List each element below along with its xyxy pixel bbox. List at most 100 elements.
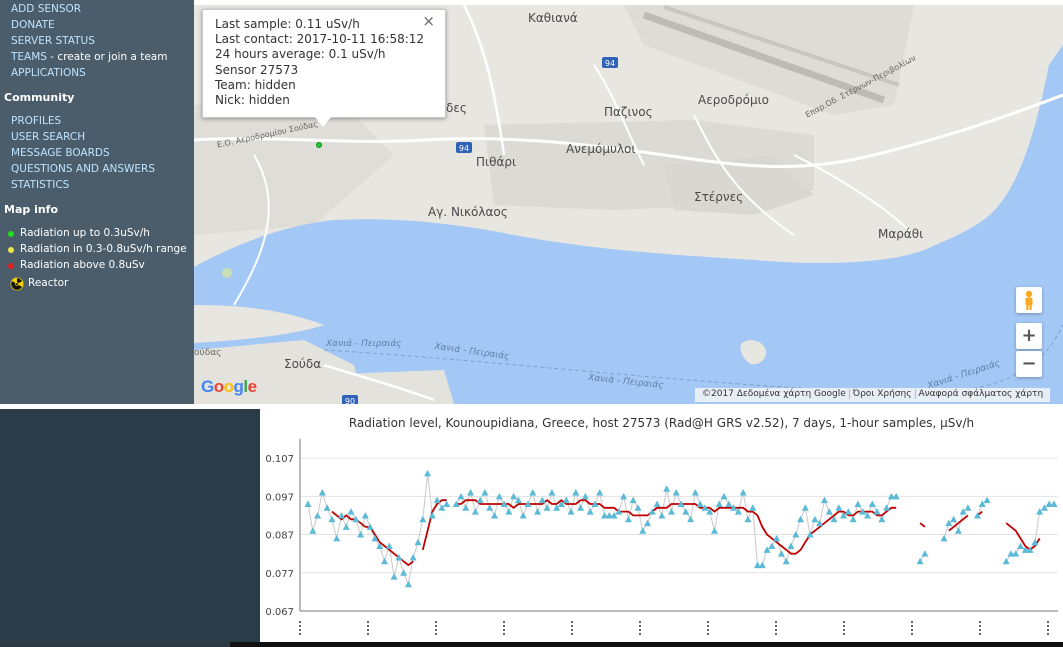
- place-ag-nikolaos: Αγ. Νικόλαος: [428, 205, 508, 219]
- map-info-heading: Map info: [4, 203, 59, 216]
- teams-link[interactable]: TEAMS: [11, 51, 47, 63]
- applications-link[interactable]: APPLICATIONS: [11, 67, 86, 79]
- sample-point: [318, 489, 326, 496]
- radiation-chart-panel: Radiation level, Kounoupidiana, Greece, …: [260, 409, 1063, 642]
- zoom-in-button[interactable]: +: [1016, 323, 1042, 349]
- sample-point: [777, 550, 785, 557]
- place-pithari: Πιθάρι: [476, 155, 517, 169]
- sample-point: [820, 496, 828, 504]
- sample-point: [486, 504, 494, 511]
- popup-sensor-id: Sensor 27573: [215, 62, 299, 77]
- y-tick-label: 0.107: [265, 454, 294, 465]
- sample-point: [849, 515, 857, 523]
- sample-point: [634, 504, 642, 511]
- sidebar: ADD SENSOR DONATE SERVER STATUS TEAMS - …: [0, 0, 194, 407]
- sensor-marker[interactable]: [316, 142, 322, 148]
- sample-point: [476, 496, 484, 504]
- questions-answers-link[interactable]: QUESTIONS AND ANSWERS: [11, 163, 155, 175]
- sample-point: [414, 538, 422, 546]
- sample-point: [385, 542, 393, 550]
- moving-average-line: [456, 499, 897, 555]
- report-error-link[interactable]: Αναφορά σφάλματος χάρτη: [914, 389, 1047, 399]
- sample-point: [667, 508, 675, 515]
- sample-point: [562, 496, 570, 504]
- sample-point: [653, 500, 661, 507]
- legend-low: Radiation up to 0.3uSv/h: [8, 227, 150, 239]
- place-pazinos: Παζινος: [604, 105, 653, 119]
- sample-point: [462, 504, 470, 511]
- sample-point: [644, 519, 652, 527]
- profiles-link[interactable]: PROFILES: [11, 115, 61, 127]
- sample-point: [309, 527, 317, 534]
- bottom-left-panel: [0, 409, 260, 647]
- sample-point: [954, 527, 962, 534]
- sample-point: [529, 489, 537, 496]
- sample-point: [424, 469, 432, 477]
- y-tick-label: 0.077: [265, 569, 294, 580]
- sample-point: [940, 534, 948, 542]
- popup-nick: Nick: hidden: [215, 93, 290, 108]
- sample-point: [725, 500, 733, 507]
- sample-point: [773, 534, 781, 542]
- sample-point: [835, 504, 843, 511]
- pegman-icon: [1025, 290, 1033, 310]
- moving-average-line: [1005, 522, 1041, 551]
- sample-point: [658, 511, 666, 519]
- sample-point: [419, 515, 427, 523]
- sample-point: [801, 504, 809, 511]
- sample-point: [878, 515, 886, 523]
- sample-point: [567, 508, 575, 515]
- sample-point: [744, 515, 752, 523]
- donate-link[interactable]: DONATE: [11, 19, 55, 31]
- sample-point: [749, 504, 757, 511]
- sample-point: [768, 542, 776, 550]
- sample-point: [691, 489, 699, 496]
- sample-point: [519, 511, 527, 519]
- popup-last-sample: Last sample: 0.11 uSv/h: [215, 17, 360, 31]
- sample-point: [342, 523, 350, 530]
- add-sensor-link[interactable]: ADD SENSOR: [11, 3, 81, 15]
- svg-text:94: 94: [605, 59, 615, 68]
- sample-point: [868, 500, 876, 507]
- sample-point: [854, 500, 862, 507]
- sample-point: [921, 550, 929, 557]
- sample-point: [390, 573, 398, 580]
- sample-point: [687, 515, 695, 523]
- message-boards-link[interactable]: MESSAGE BOARDS: [11, 147, 110, 159]
- sample-point: [883, 504, 891, 511]
- sample-point: [639, 527, 647, 534]
- moving-average-line: [331, 510, 414, 567]
- sample-point: [715, 500, 723, 507]
- sample-point: [471, 508, 479, 515]
- sample-point: [844, 508, 852, 515]
- ferry-label-1: Χανιά - Πειραιάς: [326, 339, 402, 349]
- yellow-dot-icon: [8, 247, 14, 253]
- sample-point: [381, 557, 389, 565]
- radiation-chart: 0.107 0.097 0.087 0.077 0.067: [265, 439, 1058, 635]
- server-status-link[interactable]: SERVER STATUS: [11, 35, 95, 47]
- statistics-link[interactable]: STATISTICS: [11, 179, 69, 191]
- sample-point: [663, 485, 671, 492]
- sample-point: [629, 496, 637, 504]
- legend-mid: Radiation in 0.3-0.8uSv/h range: [8, 243, 187, 255]
- google-logo: Google: [201, 377, 257, 396]
- y-tick-label: 0.067: [265, 607, 294, 618]
- sample-point: [409, 553, 417, 561]
- sample-point: [787, 542, 795, 550]
- user-search-link[interactable]: USER SEARCH: [11, 131, 85, 143]
- zoom-out-button[interactable]: −: [1016, 351, 1042, 377]
- street-view-pegman-button[interactable]: [1016, 287, 1042, 313]
- attribution-copyright: ©2017 Δεδομένα χάρτη Google: [702, 389, 846, 399]
- sample-point: [782, 557, 790, 565]
- sample-point: [534, 508, 542, 515]
- sample-point: [323, 504, 331, 511]
- legend-high: Radiation above 0.8uSv: [8, 259, 145, 271]
- sample-point: [481, 489, 489, 496]
- sample-point: [433, 496, 441, 504]
- moving-average-line: [919, 522, 926, 528]
- sample-point: [333, 534, 341, 542]
- terms-link[interactable]: Όροι Χρήσης: [848, 389, 915, 399]
- close-icon[interactable]: ×: [422, 13, 435, 29]
- place-partial-soudas: ούδας: [194, 348, 222, 358]
- sample-point: [361, 511, 369, 519]
